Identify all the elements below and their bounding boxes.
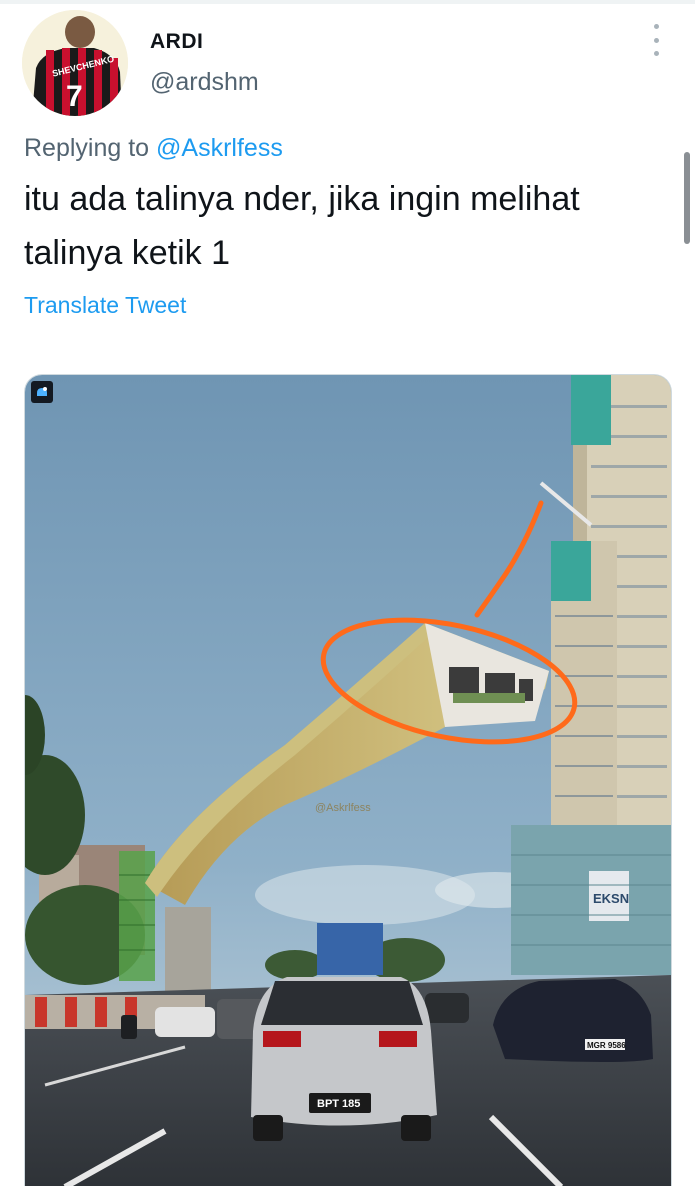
scrollbar[interactable] [684, 152, 690, 244]
translate-tweet-link[interactable]: Translate Tweet [24, 292, 186, 319]
author-handle[interactable]: @ardshm [150, 68, 259, 97]
media-plate-right: MGR 9586 [587, 1041, 626, 1050]
more-dot [653, 51, 659, 56]
avatar-jersey-number: 7 [66, 80, 83, 113]
replying-mention-link[interactable]: @Askrlfess [156, 134, 283, 162]
top-divider [0, 0, 695, 4]
replying-to-line: Replying to @Askrlfess [24, 134, 283, 163]
media-watermark: @Askrlfess [315, 802, 371, 814]
more-dot [653, 24, 659, 29]
more-vertical-icon[interactable] [648, 24, 664, 56]
replying-prefix: Replying to [24, 134, 150, 162]
media-plate-center: BPT 185 [317, 1098, 360, 1110]
avatar[interactable]: SHEVCHENKO 7 [22, 10, 128, 116]
media-watermark-icon [31, 381, 53, 403]
more-dot [653, 37, 659, 43]
tweet-media-photo[interactable]: EKSN @Askrlfess MGR 9586 BPT 185 [24, 374, 672, 1186]
tweet-text: itu ada talinya nder, jika ingin melihat… [24, 180, 580, 272]
media-building-sign: EKSN [593, 891, 629, 906]
author-display-name[interactable]: ARDI [150, 30, 203, 54]
